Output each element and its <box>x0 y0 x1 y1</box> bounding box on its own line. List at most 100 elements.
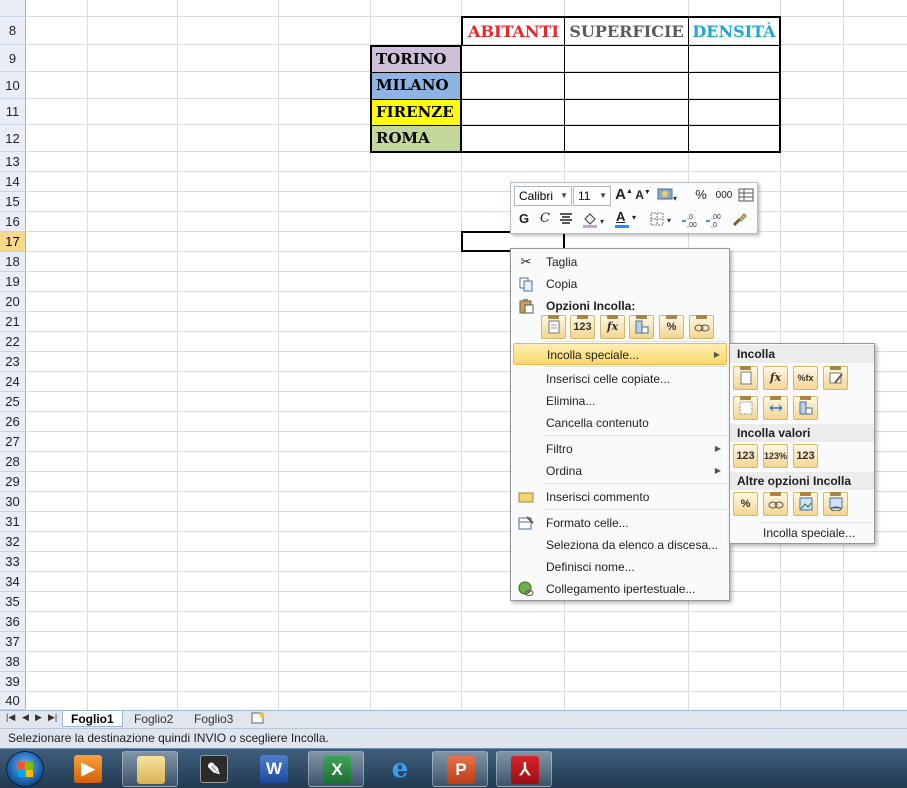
row-header-37[interactable]: 37 <box>0 632 26 652</box>
paste-picture-button[interactable] <box>793 492 818 516</box>
prev-sheet-icon[interactable]: ◀ <box>22 712 29 723</box>
row-header-19[interactable]: 19 <box>0 272 26 292</box>
row-header-21[interactable]: 21 <box>0 312 26 332</box>
row-header-26[interactable]: 26 <box>0 412 26 432</box>
menu-item-define-name[interactable]: Definisci nome... <box>513 556 727 578</box>
data-cell[interactable] <box>461 99 565 126</box>
row-header-18[interactable]: 18 <box>0 252 26 272</box>
data-cell[interactable] <box>564 72 689 100</box>
taskbar-word[interactable]: W <box>246 751 302 787</box>
data-cell[interactable] <box>564 45 689 73</box>
row-header-40[interactable]: 40 <box>0 692 26 710</box>
menu-item-insert-copied-cells[interactable]: Inserisci celle copiate... <box>513 368 727 390</box>
insert-sheet-button[interactable] <box>244 711 272 727</box>
tab-foglio3[interactable]: Foglio3 <box>186 711 241 727</box>
city-cell-milano[interactable]: MILANO <box>370 72 462 100</box>
taskbar-internet-explorer[interactable]: e <box>372 751 428 787</box>
paste-transpose-button[interactable] <box>629 315 654 339</box>
paste-linked-picture-button[interactable] <box>823 492 848 516</box>
menu-item-insert-comment[interactable]: Inserisci commento <box>513 486 727 508</box>
paste-formatting-button[interactable]: % <box>659 315 684 339</box>
paste-keep-source-format-button[interactable] <box>823 366 848 390</box>
percent-button[interactable]: % <box>693 187 709 205</box>
row-header-22[interactable]: 22 <box>0 332 26 352</box>
row-header-35[interactable]: 35 <box>0 592 26 612</box>
paste-button[interactable] <box>541 315 566 339</box>
taskbar-media-player[interactable]: ▶ <box>60 751 116 787</box>
menu-item-delete[interactable]: Elimina... <box>513 390 727 412</box>
paste-column-widths-button[interactable] <box>763 396 788 420</box>
row-header-29[interactable]: 29 <box>0 472 26 492</box>
city-cell-firenze[interactable]: FIRENZE <box>370 99 462 126</box>
row-header-24[interactable]: 24 <box>0 372 26 392</box>
row-header[interactable] <box>0 0 26 17</box>
italic-button[interactable]: C <box>537 211 553 229</box>
decrease-decimal-button[interactable]: ,00,0 <box>705 212 727 230</box>
last-sheet-icon[interactable]: ▶| <box>48 712 57 723</box>
data-cell[interactable] <box>688 72 781 100</box>
menu-item-sort[interactable]: Ordina ▶ <box>513 460 727 482</box>
row-header-9[interactable]: 9 <box>0 45 26 72</box>
first-sheet-icon[interactable]: |◀ <box>6 712 15 723</box>
row-header-12[interactable]: 12 <box>0 125 26 152</box>
paste-link-button[interactable] <box>763 492 788 516</box>
menu-item-copy[interactable]: Copia <box>513 273 727 295</box>
city-cell-torino[interactable]: TORINO <box>370 45 462 73</box>
taskbar-explorer[interactable] <box>122 751 178 787</box>
paste-formatting-button[interactable]: % <box>733 492 758 516</box>
menu-item-cut[interactable]: ✂ Taglia <box>513 251 727 273</box>
start-button[interactable] <box>6 751 44 787</box>
format-painter-button[interactable] <box>729 211 749 231</box>
paste-transpose-button[interactable] <box>793 396 818 420</box>
data-cell[interactable] <box>461 72 565 100</box>
center-align-button[interactable] <box>558 212 574 228</box>
tab-foglio2[interactable]: Foglio2 <box>126 711 181 727</box>
row-header-11[interactable]: 11 <box>0 99 26 125</box>
paste-values-number-format-button[interactable]: 123% <box>763 444 788 468</box>
data-cell[interactable] <box>461 125 565 153</box>
row-header-30[interactable]: 30 <box>0 492 26 512</box>
bold-button[interactable]: G <box>516 211 532 229</box>
accounting-format-button[interactable]: ▾ <box>656 187 680 205</box>
header-cell-superficie[interactable]: SUPERFICIE <box>564 16 689 46</box>
menu-item-paste-special-dialog[interactable]: Incolla speciale... <box>732 523 872 543</box>
city-cell-roma[interactable]: ROMA <box>370 125 462 153</box>
taskbar-powerpoint[interactable]: P <box>432 751 488 787</box>
row-header-34[interactable]: 34 <box>0 572 26 592</box>
row-header-15[interactable]: 15 <box>0 192 26 212</box>
taskbar-excel[interactable]: X <box>308 751 364 787</box>
menu-item-paste-special[interactable]: Incolla speciale... ▶ <box>513 343 727 365</box>
row-header-27[interactable]: 27 <box>0 432 26 452</box>
font-color-button[interactable]: A ▾ <box>613 209 641 230</box>
row-header-32[interactable]: 32 <box>0 532 26 552</box>
row-header-20[interactable]: 20 <box>0 292 26 312</box>
menu-item-format-cells[interactable]: Formato celle... <box>513 512 727 534</box>
data-cell[interactable] <box>688 99 781 126</box>
row-header-39[interactable]: 39 <box>0 672 26 692</box>
row-header-33[interactable]: 33 <box>0 552 26 572</box>
paste-formulas-button[interactable]: fx <box>763 366 788 390</box>
paste-no-borders-button[interactable] <box>733 396 758 420</box>
row-header-38[interactable]: 38 <box>0 652 26 672</box>
row-header-36[interactable]: 36 <box>0 612 26 632</box>
thousands-separator-button[interactable]: 000 <box>713 188 735 206</box>
row-header-10[interactable]: 10 <box>0 72 26 99</box>
taskbar-sticky-tool[interactable]: ✎ <box>186 751 242 787</box>
menu-item-filter[interactable]: Filtro ▶ <box>513 438 727 460</box>
menu-item-clear-contents[interactable]: Cancella contenuto <box>513 412 727 434</box>
paste-formulas-button[interactable]: fx <box>600 315 625 339</box>
fill-color-button[interactable]: ▾ <box>581 210 609 230</box>
paste-formulas-number-format-button[interactable]: %fx <box>793 366 818 390</box>
paste-all-button[interactable] <box>733 366 758 390</box>
data-cell[interactable] <box>688 125 781 153</box>
row-header-14[interactable]: 14 <box>0 172 26 192</box>
tab-foglio1[interactable]: Foglio1 <box>62 711 123 727</box>
borders-button[interactable]: ▾ <box>649 211 677 231</box>
header-cell-densita[interactable]: DENSITÀ <box>688 16 781 46</box>
font-name-combo[interactable]: Calibri ▼ <box>514 186 572 206</box>
paste-values-source-format-button[interactable]: 123 <box>793 444 818 468</box>
row-header-17[interactable]: 17 <box>0 232 26 252</box>
data-cell[interactable] <box>688 45 781 73</box>
paste-values-button[interactable]: 123 <box>733 444 758 468</box>
menu-item-pick-from-list[interactable]: Seleziona da elenco a discesa... <box>513 534 727 556</box>
